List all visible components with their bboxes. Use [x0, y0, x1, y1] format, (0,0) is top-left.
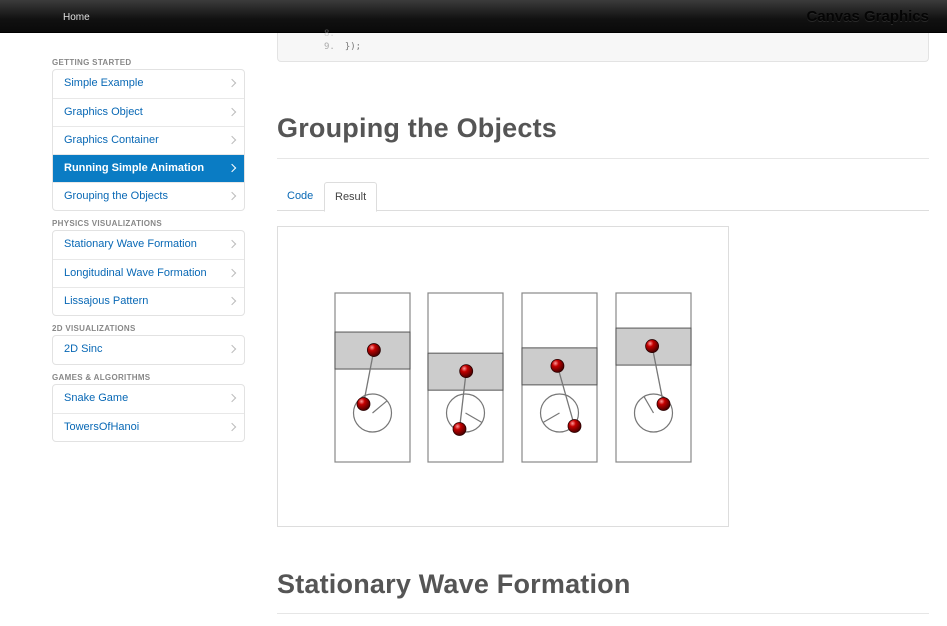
- chevron-right-icon: [227, 135, 237, 145]
- piston-ball: [550, 358, 565, 373]
- sidebar-item-stationary-wave[interactable]: Stationary Wave Formation: [53, 231, 244, 259]
- line-number: 8.: [324, 29, 335, 39]
- chevron-right-icon: [227, 191, 237, 201]
- crank-ball: [452, 422, 467, 436]
- chevron-right-icon: [227, 344, 237, 354]
- sidebar-item-lissajous[interactable]: Lissajous Pattern: [53, 287, 244, 315]
- code-block-tail: 8. 9.});: [277, 29, 929, 62]
- sidebar-section-header: PHYSICS VISUALIZATIONS: [52, 219, 163, 228]
- sidebar-item-towers-of-hanoi[interactable]: TowersOfHanoi: [53, 413, 244, 441]
- top-navbar: Home Canvas Graphics: [0, 0, 947, 33]
- code-line: 8.: [324, 29, 345, 39]
- sidebar-section-header: GETTING STARTED: [52, 58, 132, 67]
- chevron-right-icon: [227, 107, 237, 117]
- nav-home-link[interactable]: Home: [63, 12, 90, 23]
- section-divider: [277, 158, 929, 159]
- sidebar-item-label: Grouping the Objects: [64, 190, 168, 202]
- piston-ball: [459, 364, 474, 379]
- sidebar-item-label: Running Simple Animation: [64, 162, 205, 174]
- piston-cylinder: [334, 292, 411, 463]
- crank-ball: [356, 397, 371, 411]
- sidebar-item-label: Longitudinal Wave Formation: [64, 267, 207, 279]
- sidebar-item-longitudinal-wave[interactable]: Longitudinal Wave Formation: [53, 259, 244, 287]
- sidebar-item-label: Simple Example: [64, 77, 144, 89]
- sidebar-group-getting-started: Simple Example Graphics Object Graphics …: [52, 69, 245, 211]
- sidebar-item-2d-sinc[interactable]: 2D Sinc: [53, 336, 244, 364]
- chevron-right-icon: [227, 78, 237, 88]
- sidebar-section-header: 2D VISUALIZATIONS: [52, 324, 136, 333]
- result-canvas-frame: [277, 226, 729, 527]
- sidebar-group-games: Snake Game TowersOfHanoi: [52, 384, 245, 442]
- sidebar-item-grouping-the-objects[interactable]: Grouping the Objects: [53, 182, 244, 210]
- chevron-right-icon: [227, 393, 237, 403]
- sidebar-item-label: TowersOfHanoi: [64, 421, 140, 433]
- sidebar-item-snake-game[interactable]: Snake Game: [53, 385, 244, 413]
- sidebar-item-label: 2D Sinc: [64, 343, 103, 355]
- sidebar-group-2d: 2D Sinc: [52, 335, 245, 365]
- code-text: });: [344, 42, 362, 52]
- code-result-tabs: Code Result: [277, 182, 929, 212]
- line-number: 9.: [324, 42, 335, 52]
- code-line: 9.});: [324, 42, 361, 52]
- sidebar-item-label: Snake Game: [64, 392, 129, 404]
- chevron-right-icon: [227, 163, 237, 173]
- sidebar-group-physics: Stationary Wave Formation Longitudinal W…: [52, 230, 245, 316]
- section-title: Grouping the Objects: [277, 113, 558, 143]
- section-divider: [277, 613, 929, 614]
- chevron-right-icon: [227, 422, 237, 432]
- sidebar-item-graphics-container[interactable]: Graphics Container: [53, 126, 244, 154]
- crank-ball: [567, 419, 582, 433]
- chevron-right-icon: [227, 296, 237, 306]
- tab-result[interactable]: Result: [324, 182, 378, 212]
- piston-ball: [366, 343, 381, 357]
- result-canvas: [334, 292, 692, 463]
- chevron-right-icon: [227, 268, 237, 278]
- sidebar-item-running-simple-animation[interactable]: Running Simple Animation: [53, 154, 244, 182]
- sidebar-section-header: GAMES & ALGORITHMS: [52, 373, 151, 382]
- tab-code[interactable]: Code: [277, 182, 323, 211]
- brand-title: Canvas Graphics: [806, 8, 929, 25]
- sidebar-item-label: Lissajous Pattern: [64, 295, 149, 307]
- next-section-title: Stationary Wave Formation: [277, 569, 631, 599]
- sidebar: GETTING STARTED Simple Example Graphics …: [52, 57, 245, 449]
- sidebar-item-graphics-object[interactable]: Graphics Object: [53, 98, 244, 126]
- crank-ball: [656, 397, 671, 411]
- chevron-right-icon: [227, 239, 237, 249]
- piston-ball: [645, 339, 660, 353]
- sidebar-item-label: Graphics Object: [64, 106, 143, 118]
- sidebar-item-simple-example[interactable]: Simple Example: [53, 70, 244, 98]
- sidebar-item-label: Graphics Container: [64, 134, 159, 146]
- piston-cylinder: [615, 292, 692, 463]
- sidebar-item-label: Stationary Wave Formation: [64, 238, 197, 250]
